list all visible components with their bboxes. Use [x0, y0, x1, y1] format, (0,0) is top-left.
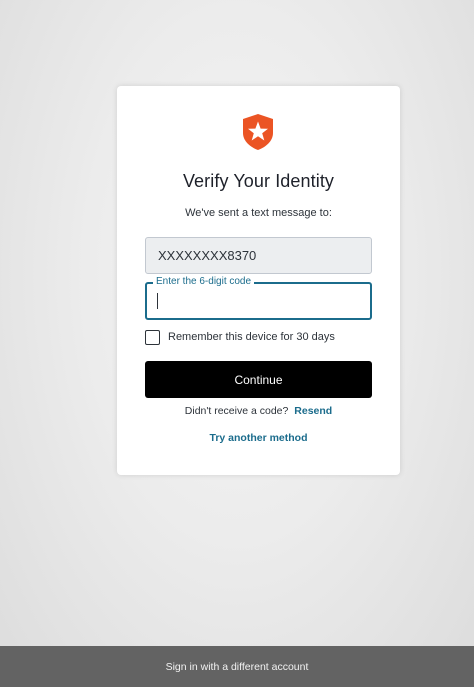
resend-prompt: Didn't receive a code? — [184, 405, 289, 417]
verification-code-input[interactable] — [147, 284, 370, 318]
resend-row: Didn't receive a code? Resend — [117, 405, 400, 417]
auth0-shield-star-icon — [243, 114, 273, 150]
login-card: Verify Your Identity We've sent a text m… — [117, 86, 400, 475]
resend-link[interactable]: Resend — [294, 405, 332, 417]
try-another-method-link[interactable]: Try another method — [117, 432, 400, 444]
footer-label[interactable]: Sign in with a different account — [166, 661, 309, 673]
continue-button[interactable]: Continue — [145, 361, 372, 398]
code-input-wrapper[interactable]: Enter the 6-digit code — [145, 275, 372, 320]
page-title: Verify Your Identity — [182, 171, 335, 191]
remember-device-row[interactable]: Remember this device for 30 days — [145, 329, 335, 345]
remember-device-checkbox[interactable] — [145, 329, 160, 345]
remember-device-label[interactable]: Remember this device for 30 days — [168, 331, 335, 343]
sms-sent-message: We've sent a text message to: — [185, 207, 332, 219]
phone-number-display: XXXXXXXX8370 — [145, 237, 372, 274]
text-caret — [157, 293, 158, 309]
sign-in-different-account-bar[interactable]: Sign in with a different account — [0, 646, 474, 687]
